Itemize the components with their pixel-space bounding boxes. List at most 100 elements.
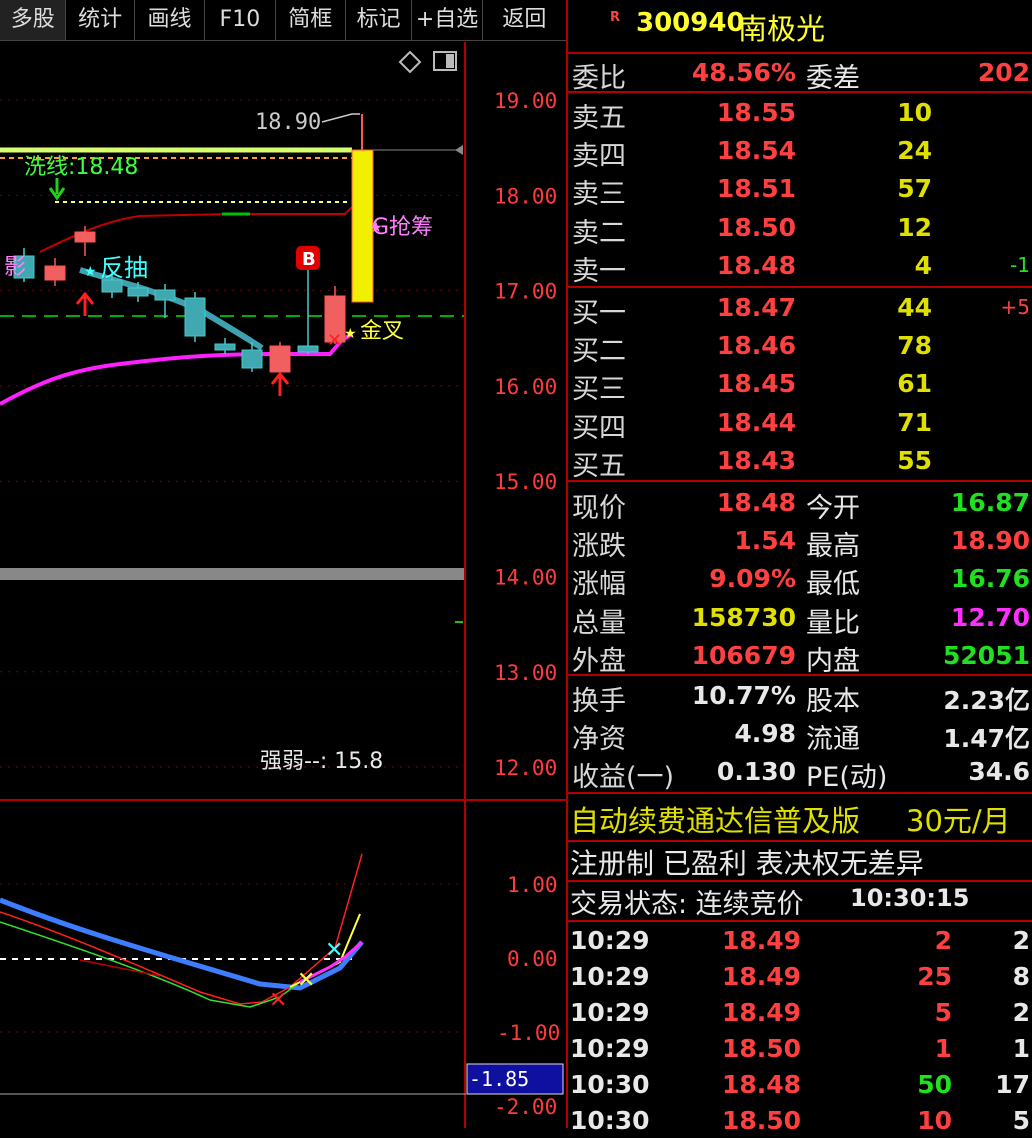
r-badge: R bbox=[610, 10, 621, 25]
buy-row[interactable]: 买二 18.46 78 bbox=[566, 327, 1032, 368]
back-button[interactable]: 返回 bbox=[482, 0, 566, 41]
quote-row: 外盘 106679 内盘 52051 bbox=[566, 637, 1032, 677]
quote-value: 9.09% bbox=[709, 564, 796, 594]
quote-label: 涨跌 bbox=[572, 531, 626, 563]
fundamental-value: 2.23亿 bbox=[943, 686, 1030, 715]
tick-row[interactable]: 10:30 18.48 50 17 bbox=[566, 1066, 1032, 1102]
indicator-axis-label: -2.00 bbox=[494, 1095, 557, 1119]
quote-label: 最高 bbox=[806, 531, 860, 563]
divider bbox=[566, 286, 1032, 288]
multi-stock-button[interactable]: 多股 bbox=[0, 0, 67, 41]
tick-time: 10:29 bbox=[570, 926, 650, 955]
buy-price: 18.43 bbox=[716, 445, 796, 475]
tick-row[interactable]: 10:30 18.50 10 5 bbox=[566, 1102, 1032, 1138]
quote-value: 16.76 bbox=[950, 564, 1030, 594]
statistics-button[interactable]: 统计 bbox=[66, 0, 135, 41]
sell-volume: 10 bbox=[897, 98, 932, 127]
high-mark-pointer bbox=[321, 113, 360, 123]
quote-value: 18.90 bbox=[950, 526, 1030, 556]
tick-row[interactable]: 10:29 18.49 2 2 bbox=[566, 922, 1032, 958]
fanchou-label: 反抽 bbox=[100, 254, 148, 282]
trade-status-label: 交易状态: 连续竞价 bbox=[570, 889, 804, 920]
buy-volume: 78 bbox=[897, 331, 932, 361]
tick-row[interactable]: 10:29 18.50 1 1 bbox=[566, 1030, 1032, 1066]
order-ratio-value: 48.56% bbox=[691, 58, 796, 87]
tick-count: 5 bbox=[1012, 1106, 1030, 1135]
indicator-axis-label: 0.00 bbox=[507, 947, 558, 971]
stock-name: 南极光 bbox=[738, 12, 826, 46]
current-indicator-value: -1.85 bbox=[469, 1067, 529, 1091]
promo-price: 30元/月 bbox=[906, 804, 1011, 838]
tick-price: 18.50 bbox=[722, 1106, 802, 1135]
buy-change: +5 bbox=[1000, 295, 1030, 319]
diamond-icon bbox=[398, 50, 422, 74]
indicator-short-line bbox=[79, 959, 161, 977]
sell-row[interactable]: 卖二 18.50 12 bbox=[566, 209, 1032, 249]
sell-level-label: 卖五 bbox=[572, 103, 626, 134]
tick-price: 18.49 bbox=[722, 998, 802, 1027]
price-axis-label: 17.00 bbox=[494, 280, 557, 304]
price-pointer-icon bbox=[455, 145, 463, 155]
order-ratio-row: 委比 48.56% 委差 202 bbox=[566, 54, 1032, 94]
candle bbox=[241, 349, 263, 369]
buy-badge-label: B bbox=[302, 249, 316, 270]
price-axis-label: 14.00 bbox=[494, 566, 557, 590]
sell-row[interactable]: 卖四 18.54 24 bbox=[566, 132, 1032, 172]
promo-banner[interactable]: 自动续费通达信普及版 30元/月 bbox=[566, 796, 1032, 838]
sell-row[interactable]: 卖五 18.55 10 bbox=[566, 94, 1032, 134]
candle bbox=[127, 287, 149, 297]
tick-price: 18.49 bbox=[722, 926, 802, 955]
tick-count: 8 bbox=[1012, 962, 1030, 991]
quote-row: 总量 158730 量比 12.70 bbox=[566, 599, 1032, 639]
f10-button[interactable]: F10 bbox=[205, 0, 276, 41]
fundamental-label: 换手 bbox=[572, 686, 626, 717]
add-watchlist-button[interactable]: +自选 bbox=[412, 0, 483, 41]
ma-red-line bbox=[39, 206, 353, 253]
fundamental-label: 收益(一) bbox=[572, 762, 675, 794]
fundamental-label: 股本 bbox=[806, 686, 860, 717]
fundamental-value: 10.77% bbox=[691, 681, 796, 710]
quote-row: 涨跌 1.54 最高 18.90 bbox=[566, 522, 1032, 563]
draw-line-button[interactable]: 画线 bbox=[134, 0, 206, 41]
up-arrow-icon bbox=[75, 291, 95, 316]
divider bbox=[566, 480, 1032, 482]
tick-row[interactable]: 10:29 18.49 5 2 bbox=[566, 994, 1032, 1030]
tick-volume: 50 bbox=[917, 1070, 952, 1099]
gold-cross-label: 金叉 bbox=[360, 319, 404, 344]
buy-price: 18.46 bbox=[716, 331, 796, 361]
panel-toggle-fill bbox=[446, 54, 454, 68]
high-mark-label: 18.90 bbox=[255, 110, 321, 135]
sell-volume: 4 bbox=[914, 250, 932, 280]
indicator-axis-label: 1.00 bbox=[507, 873, 558, 897]
quote-label: 量比 bbox=[806, 607, 860, 639]
fundamental-value: 1.47亿 bbox=[943, 724, 1030, 754]
tick-row[interactable]: 10:29 18.49 25 8 bbox=[566, 958, 1032, 994]
sell-row[interactable]: 卖一 18.48 4 -1 bbox=[566, 247, 1032, 287]
mark-button[interactable]: 标记 bbox=[345, 0, 413, 41]
quote-panel: R 300940 南极光 委比 48.56% 委差 202 卖五 18.55 10 卖… bbox=[566, 0, 1032, 1135]
star-icon: ★ bbox=[370, 220, 383, 236]
sell-row[interactable]: 卖三 18.51 57 bbox=[566, 170, 1032, 210]
star-icon: ★ bbox=[84, 264, 97, 280]
kline-chart[interactable]: 19.00 18.00 17.00 16.00 15.00 14.00 13.00 12.00… bbox=[0, 42, 566, 1128]
buy-row[interactable]: 买三 18.45 61 bbox=[566, 365, 1032, 405]
buy-row[interactable]: 买四 18.44 71 bbox=[566, 404, 1032, 444]
buy-volume: 44 bbox=[897, 293, 932, 322]
buy-row[interactable]: 买五 18.43 55 bbox=[566, 442, 1032, 482]
tick-price: 18.48 bbox=[722, 1070, 802, 1099]
tick-time: 10:30 bbox=[570, 1070, 650, 1099]
tick-volume: 2 bbox=[934, 926, 952, 955]
sell-price: 18.55 bbox=[716, 98, 796, 127]
quote-value: 52051 bbox=[943, 640, 1030, 670]
stock-code: 300940 bbox=[636, 8, 745, 38]
candle bbox=[297, 345, 319, 353]
buy-row[interactable]: 买一 18.47 44 +5 bbox=[566, 289, 1032, 329]
tick-price: 18.49 bbox=[722, 962, 802, 991]
toolbar: 多股 统计 画线 F10 简框 标记 +自选 返回 bbox=[0, 0, 566, 42]
partial-glyph-label: 影 bbox=[4, 255, 26, 280]
simple-frame-button[interactable]: 简框 bbox=[275, 0, 346, 41]
quote-value: 1.54 bbox=[734, 526, 796, 556]
order-ratio-label: 委比 bbox=[572, 63, 626, 94]
buy-level-label: 买二 bbox=[572, 336, 626, 368]
candle bbox=[44, 265, 66, 281]
